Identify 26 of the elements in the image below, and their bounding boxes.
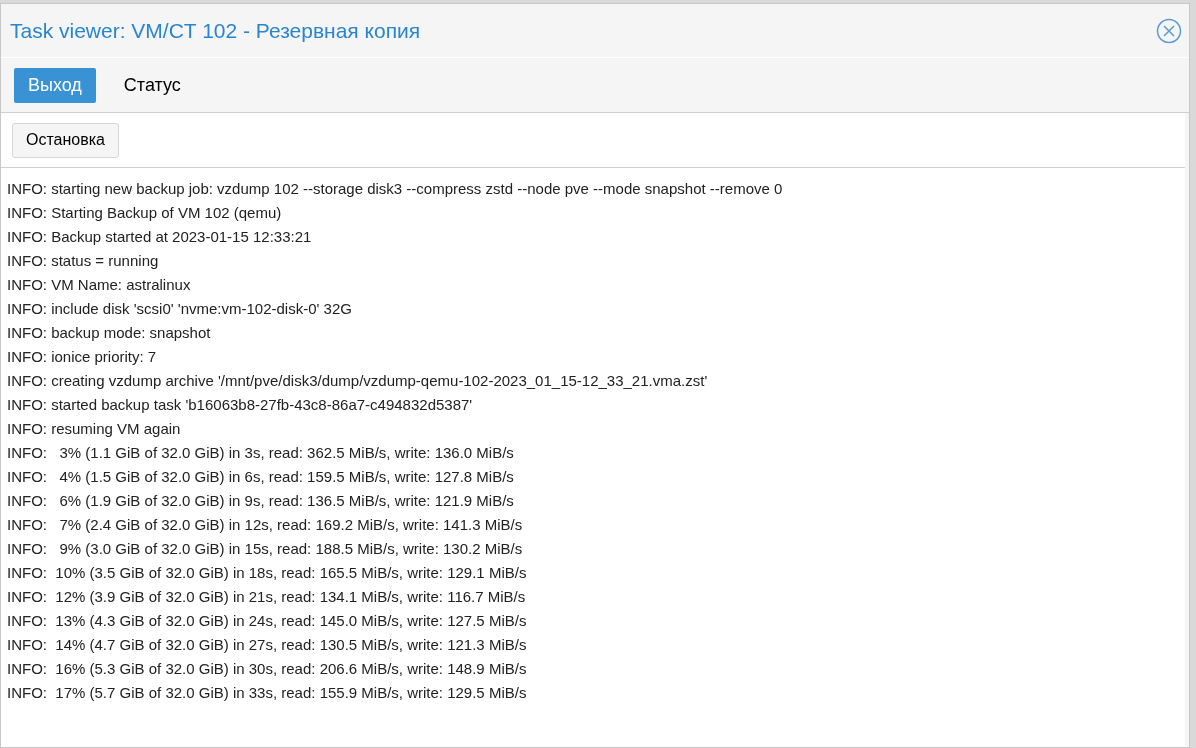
log-line: INFO: 13% (4.3 GiB of 32.0 GiB) in 24s, read: 145.0 MiB/s, write: 127.5 MiB/s bbox=[7, 611, 527, 631]
log-line: INFO: VM Name: astralinux bbox=[7, 275, 191, 295]
log-line: INFO: status = running bbox=[7, 251, 159, 271]
log-line: INFO: backup mode: snapshot bbox=[7, 323, 211, 343]
close-icon[interactable] bbox=[1156, 17, 1182, 44]
log-line: INFO: 7% (2.4 GiB of 32.0 GiB) in 12s, read: 169.2 MiB/s, write: 141.3 MiB/s bbox=[7, 515, 523, 535]
log-line: INFO: 17% (5.7 GiB of 32.0 GiB) in 33s, read: 155.9 MiB/s, write: 129.5 MiB/s bbox=[7, 683, 527, 703]
log-line: INFO: starting new backup job: vzdump 102 --storage disk3 --compress zstd --node pve --mode snapshot --remove 0 bbox=[7, 179, 783, 199]
log-line: INFO: 16% (5.3 GiB of 32.0 GiB) in 30s, read: 206.6 MiB/s, write: 148.9 MiB/s bbox=[7, 659, 527, 679]
log-line: INFO: 10% (3.5 GiB of 32.0 GiB) in 18s, read: 165.5 MiB/s, write: 129.1 MiB/s bbox=[7, 563, 527, 583]
tab[interactable]: Статус bbox=[109, 67, 195, 103]
log-line: INFO: ionice priority: 7 bbox=[7, 347, 157, 367]
log-line: INFO: include disk 'scsi0' 'nvme:vm-102-disk-0' 32G bbox=[7, 299, 352, 319]
stop-button[interactable]: Остановка bbox=[12, 122, 119, 158]
log-line: INFO: 12% (3.9 GiB of 32.0 GiB) in 21s, read: 134.1 MiB/s, write: 116.7 MiB/s bbox=[7, 587, 526, 607]
log-line: INFO: 6% (1.9 GiB of 32.0 GiB) in 9s, read: 136.5 MiB/s, write: 121.9 MiB/s bbox=[7, 491, 514, 511]
log-line: INFO: 3% (1.1 GiB of 32.0 GiB) in 3s, read: 362.5 MiB/s, write: 136.0 MiB/s bbox=[7, 443, 514, 463]
log-line: INFO: started backup task 'b16063b8-27fb-43c8-86a7-c494832d5387' bbox=[7, 395, 473, 415]
log-line: INFO: Starting Backup of VM 102 (qemu) bbox=[7, 203, 282, 223]
log-line: INFO: 4% (1.5 GiB of 32.0 GiB) in 6s, read: 159.5 MiB/s, write: 127.8 MiB/s bbox=[7, 467, 514, 487]
log-line: INFO: creating vzdump archive '/mnt/pve/disk3/dump/vzdump-qemu-102-2023_01_15-12_33_21.vma.zst' bbox=[7, 371, 708, 391]
log-line: INFO: 14% (4.7 GiB of 32.0 GiB) in 27s, read: 130.5 MiB/s, write: 121.3 MiB/s bbox=[7, 635, 527, 655]
log-line: INFO: Backup started at 2023-01-15 12:33:21 bbox=[7, 227, 312, 247]
window-title: Task viewer: VM/CT 102 - Резервная копия bbox=[10, 17, 421, 44]
log-line: INFO: resuming VM again bbox=[7, 419, 181, 439]
log-line: INFO: 9% (3.0 GiB of 32.0 GiB) in 15s, read: 188.5 MiB/s, write: 130.2 MiB/s bbox=[7, 539, 523, 559]
